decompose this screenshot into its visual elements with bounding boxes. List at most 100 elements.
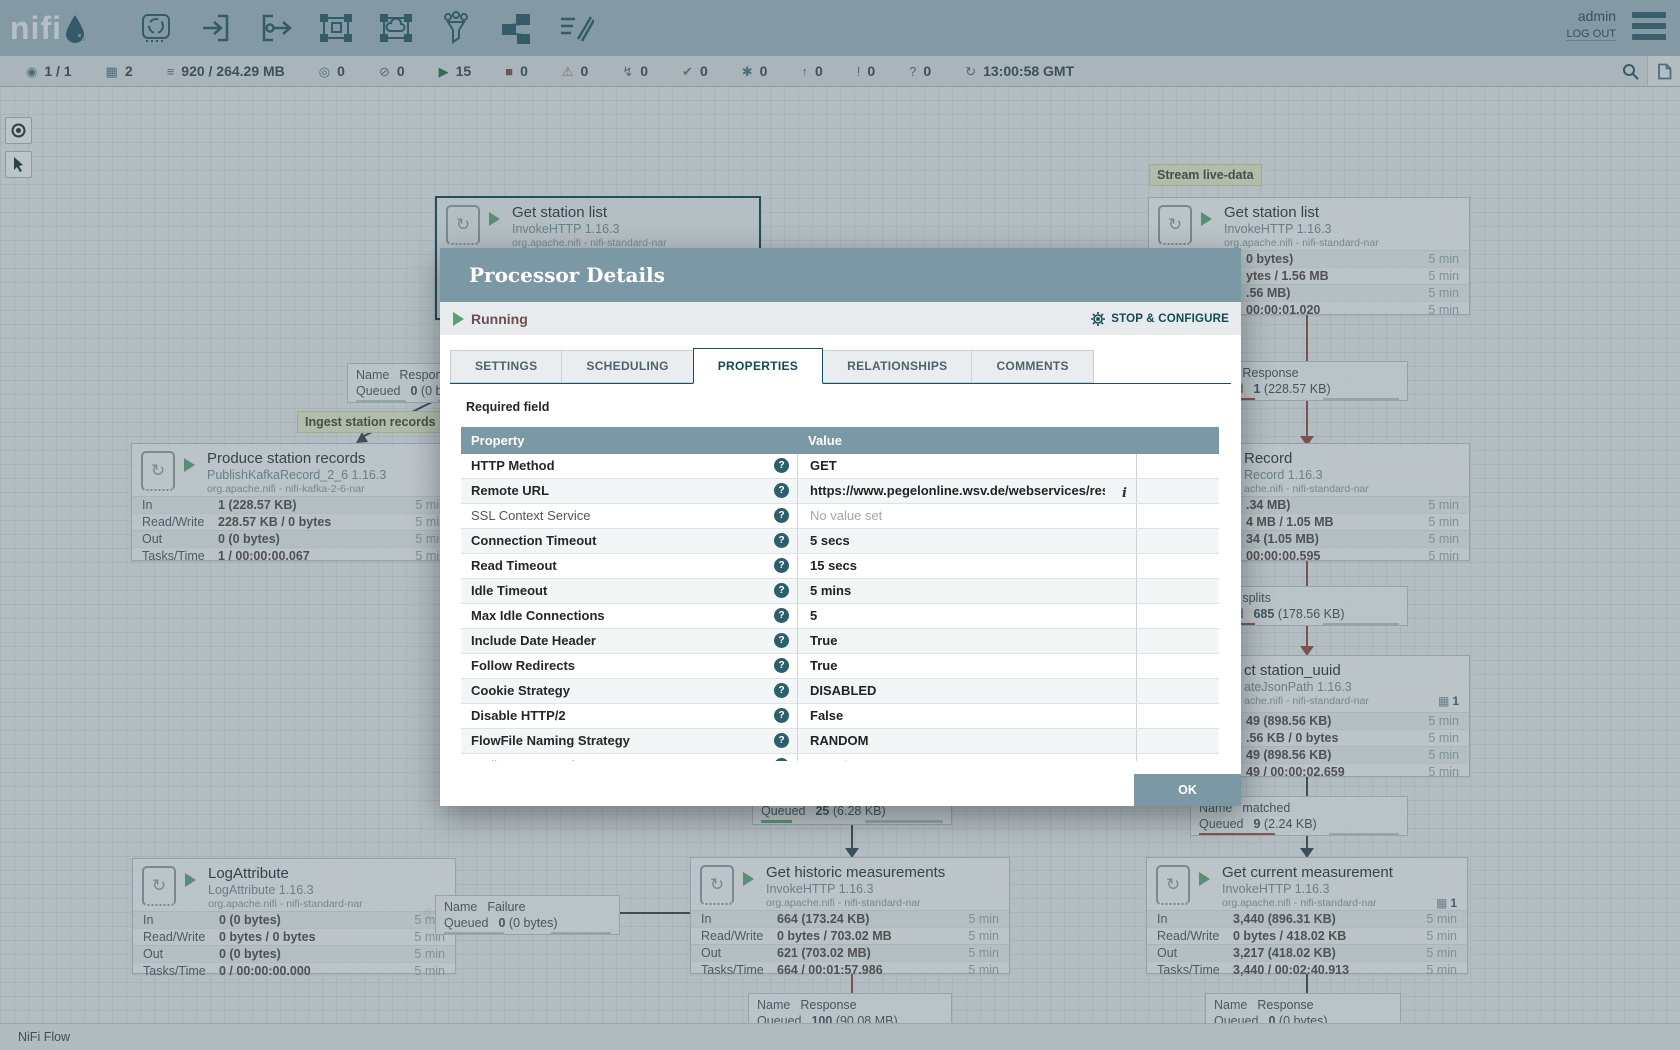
extra-cell	[1137, 529, 1219, 553]
property-column-header: Property	[461, 427, 798, 454]
property-value: 5 secs	[810, 533, 850, 548]
property-value: No value set	[810, 508, 882, 523]
tab-relationships[interactable]: RELATIONSHIPS	[822, 350, 972, 383]
property-value: 5	[810, 608, 817, 623]
dialog-title: Processor Details	[469, 263, 665, 287]
dialog-status-row: Running STOP & CONFIGURE	[440, 302, 1241, 335]
stop-and-configure-button[interactable]: STOP & CONFIGURE	[1090, 311, 1229, 327]
help-icon[interactable]: ?	[774, 658, 789, 673]
property-row[interactable]: SSL Context Service? No value set	[461, 504, 1219, 529]
info-icon[interactable]: i	[1122, 482, 1127, 505]
properties-table-header: Property Value	[461, 427, 1219, 454]
value-cell: True	[798, 629, 1137, 653]
help-icon[interactable]: ?	[774, 483, 789, 498]
extra-cell	[1137, 629, 1219, 653]
property-row[interactable]: Connection Timeout? 5 secs	[461, 529, 1219, 554]
property-name: Attributes to Send	[471, 758, 574, 761]
property-value: https://www.pegelonline.wsv.de/webservic…	[810, 479, 1105, 502]
property-cell: FlowFile Naming Strategy?	[461, 729, 798, 753]
property-row[interactable]: FlowFile Naming Strategy?RANDOM	[461, 729, 1219, 754]
property-cell: Read Timeout?	[461, 554, 798, 578]
value-cell: No value set	[798, 754, 1137, 761]
property-row[interactable]: Max Idle Connections? 5	[461, 604, 1219, 629]
help-icon[interactable]: ?	[774, 508, 789, 523]
extra-cell	[1137, 554, 1219, 578]
help-icon[interactable]: ?	[774, 558, 789, 573]
value-cell: RANDOM	[798, 729, 1137, 753]
property-row[interactable]: Include Date Header? True	[461, 629, 1219, 654]
property-cell: Idle Timeout?	[461, 579, 798, 603]
stop-configure-icon	[1090, 311, 1106, 327]
dialog-header[interactable]: Processor Details	[440, 248, 1241, 302]
property-row[interactable]: Attributes to Send?No value set	[461, 754, 1219, 761]
property-name: Cookie Strategy	[471, 683, 570, 698]
property-row[interactable]: Read Timeout? 15 secs	[461, 554, 1219, 579]
properties-table: Property Value HTTP Method? GET Remote URL…	[461, 427, 1219, 761]
property-row[interactable]: Remote URL? https://www.pegelonline.wsv.d…	[461, 479, 1219, 504]
running-icon	[453, 312, 464, 326]
property-row[interactable]: Cookie Strategy? DISABLED	[461, 679, 1219, 704]
help-icon[interactable]: ?	[774, 533, 789, 548]
property-cell: Remote URL?	[461, 479, 798, 503]
value-cell: DISABLED	[798, 679, 1137, 703]
value-cell: False	[798, 704, 1137, 728]
property-name: HTTP Method	[471, 458, 555, 473]
value-cell: True	[798, 654, 1137, 678]
extra-cell	[1137, 579, 1219, 603]
help-icon[interactable]: ?	[774, 583, 789, 598]
tab-scheduling[interactable]: SCHEDULING	[561, 350, 693, 383]
property-cell: SSL Context Service?	[461, 504, 798, 528]
help-icon[interactable]: ?	[774, 683, 789, 698]
extra-cell	[1137, 479, 1219, 503]
property-row[interactable]: Follow Redirects? True	[461, 654, 1219, 679]
property-cell: Connection Timeout?	[461, 529, 798, 553]
property-value: 15 secs	[810, 558, 857, 573]
property-cell: Attributes to Send?	[461, 754, 798, 761]
property-name: Include Date Header	[471, 633, 596, 648]
help-icon[interactable]: ?	[774, 633, 789, 648]
extra-cell	[1137, 679, 1219, 703]
property-value: True	[810, 633, 837, 648]
extra-cell	[1137, 504, 1219, 528]
value-cell: 15 secs	[798, 554, 1137, 578]
property-value: True	[810, 658, 837, 673]
value-cell: https://www.pegelonline.wsv.de/webservic…	[798, 479, 1137, 503]
extra-cell	[1137, 604, 1219, 628]
help-icon[interactable]: ?	[774, 733, 789, 748]
tab-properties[interactable]: PROPERTIES	[693, 348, 823, 384]
value-column-header: Value	[798, 427, 1137, 454]
tab-comments[interactable]: COMMENTS	[971, 350, 1093, 383]
property-cell: Cookie Strategy?	[461, 679, 798, 703]
property-name: Disable HTTP/2	[471, 708, 566, 723]
property-name: Connection Timeout	[471, 533, 596, 548]
property-row[interactable]: Disable HTTP/2?False	[461, 704, 1219, 729]
help-icon[interactable]: ?	[774, 758, 789, 761]
property-cell: HTTP Method?	[461, 454, 798, 478]
value-cell: 5 secs	[798, 529, 1137, 553]
property-name: SSL Context Service	[471, 508, 590, 523]
tab-settings[interactable]: SETTINGS	[450, 350, 562, 383]
property-row[interactable]: HTTP Method? GET	[461, 454, 1219, 479]
value-cell: No value set	[798, 504, 1137, 528]
property-name: Follow Redirects	[471, 658, 575, 673]
property-cell: Follow Redirects?	[461, 654, 798, 678]
extra-cell	[1137, 754, 1219, 761]
ok-button[interactable]: OK	[1134, 774, 1241, 806]
help-icon[interactable]: ?	[774, 608, 789, 623]
run-status-text: Running	[471, 311, 528, 327]
property-value: DISABLED	[810, 683, 876, 698]
property-cell: Disable HTTP/2?	[461, 704, 798, 728]
property-cell: Include Date Header?	[461, 629, 798, 653]
extra-cell	[1137, 454, 1219, 478]
required-field-label: Required field	[466, 400, 549, 414]
extra-cell	[1137, 729, 1219, 753]
property-name: Max Idle Connections	[471, 608, 605, 623]
property-name: Read Timeout	[471, 558, 557, 573]
property-value: GET	[810, 458, 837, 473]
help-icon[interactable]: ?	[774, 458, 789, 473]
help-icon[interactable]: ?	[774, 708, 789, 723]
property-value: 5 mins	[810, 583, 851, 598]
extra-cell	[1137, 654, 1219, 678]
property-name: FlowFile Naming Strategy	[471, 733, 630, 748]
property-row[interactable]: Idle Timeout? 5 mins	[461, 579, 1219, 604]
